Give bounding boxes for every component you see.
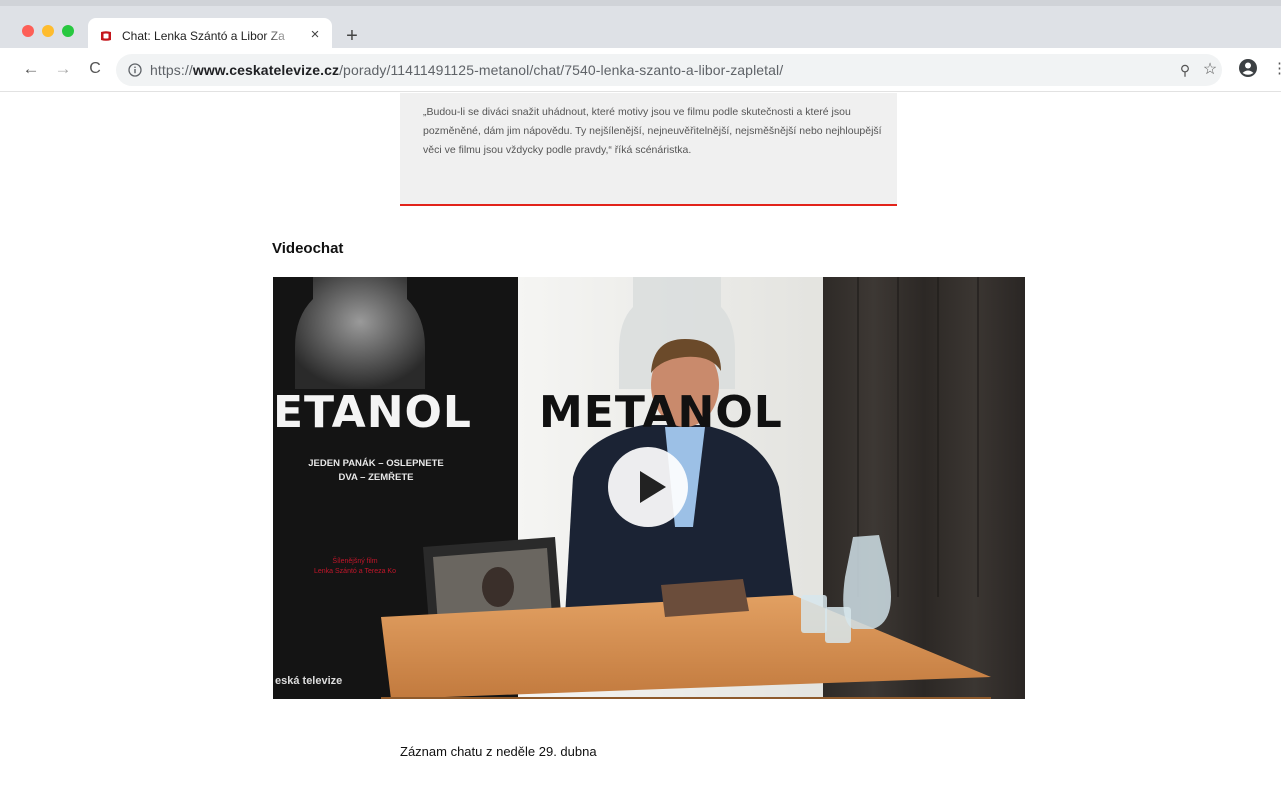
quote-text: „Budou-li se diváci snažit uhádnout, kte… [423, 106, 882, 156]
video-tagline-line2: DVA – ZEMŘETE [338, 472, 414, 483]
url-text[interactable]: https://www.ceskatelevize.cz/porady/1141… [150, 62, 783, 78]
browser-menu-icon[interactable]: ⋮ [1272, 58, 1281, 80]
play-button[interactable] [608, 447, 688, 527]
zoom-icon[interactable]: ⚲ [1176, 61, 1194, 79]
video-banner-title-right: METANOL [539, 387, 783, 438]
ceska-televize-favicon-icon [101, 31, 111, 41]
url-domain: www.ceskatelevize.cz [192, 62, 340, 78]
browser-toolbar: ← → C https://www.ceskatelevize.cz/porad… [0, 48, 1281, 92]
site-info-icon[interactable] [128, 63, 142, 77]
browser-tab-bar: Chat: Lenka Szántó a Libor Za × + [0, 0, 1281, 54]
address-bar[interactable]: https://www.ceskatelevize.cz/porady/1141… [116, 54, 1222, 86]
profile-icon[interactable] [1238, 58, 1258, 78]
new-tab-button[interactable]: + [342, 26, 362, 46]
bookmark-star-icon[interactable]: ☆ [1201, 61, 1219, 79]
forward-button[interactable]: → [52, 58, 74, 80]
video-credits-line1: Šílenějšný film [332, 558, 378, 565]
video-banner-title-left: ETANOL [273, 387, 472, 438]
window-minimize-button[interactable] [42, 25, 54, 37]
quote-box: „Budou-li se diváci snažit uhádnout, kte… [400, 93, 897, 206]
url-path: /porady/11411491125-metanol/chat/7540-le… [339, 62, 784, 78]
reload-button[interactable]: C [84, 58, 106, 80]
video-banner-credits: Šílenějšný film Lenka Szántó a Tereza Ko [285, 557, 425, 577]
tab-close-icon[interactable]: × [307, 27, 323, 43]
url-prefix: https:// [150, 62, 193, 78]
videochat-heading: Videochat [272, 240, 344, 257]
video-caption: Záznam chatu z neděle 29. dubna [400, 744, 597, 759]
window-close-button[interactable] [22, 25, 34, 37]
back-button[interactable]: ← [20, 58, 42, 80]
video-player[interactable]: ETANOL METANOL JEDEN PANÁK – OSLEPNETE D… [273, 277, 1025, 699]
window-maximize-button[interactable] [62, 25, 74, 37]
video-tagline-line1: JEDEN PANÁK – OSLEPNETE [308, 458, 444, 469]
video-banner-tagline: JEDEN PANÁK – OSLEPNETE DVA – ZEMŘETE [281, 457, 471, 485]
video-watermark: eská televize [275, 675, 343, 687]
tab-title: Chat: Lenka Szántó a Libor Za [122, 29, 285, 43]
video-credits-line2: Lenka Szántó a Tereza Ko [314, 568, 396, 575]
